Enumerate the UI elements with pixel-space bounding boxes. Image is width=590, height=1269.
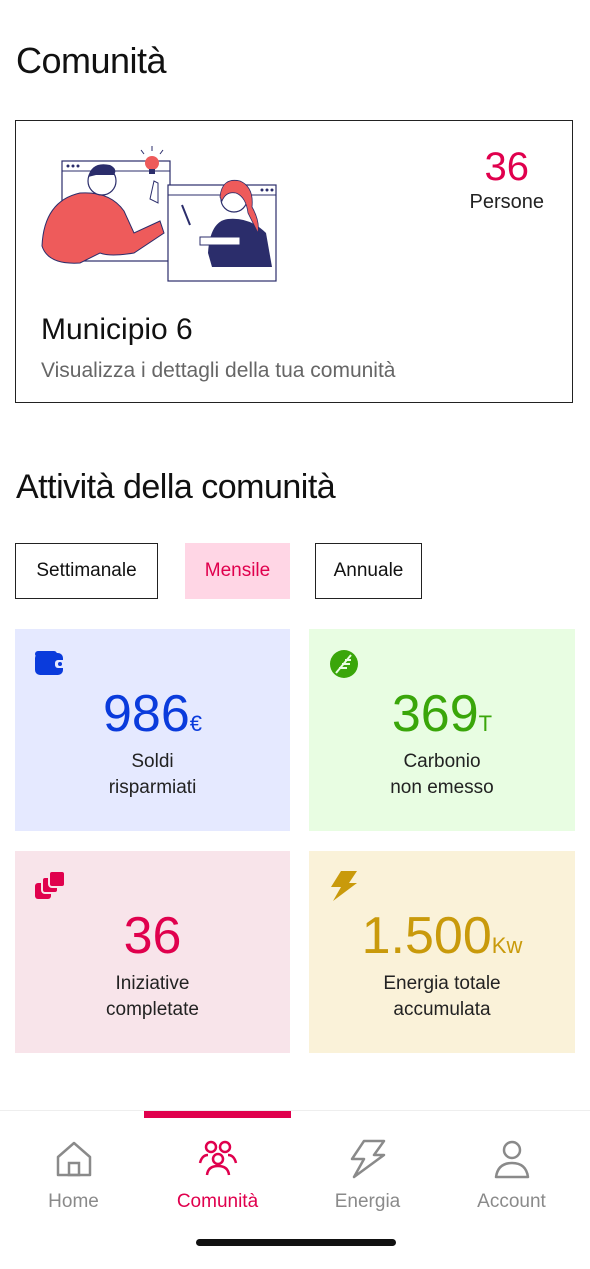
stack-icon xyxy=(35,870,66,899)
page-title: Comunità xyxy=(16,40,167,81)
stat-label-line1: Iniziative xyxy=(115,973,190,994)
stat-label: Energia totale accumulata xyxy=(309,971,575,1022)
stat-label: Iniziative completate xyxy=(15,971,290,1022)
activity-section-title: Attività della comunità xyxy=(16,468,336,506)
people-count-value: 36 xyxy=(484,145,530,189)
bottom-tab-bar: Home Comunità Energia Account xyxy=(0,1110,590,1269)
tab-energy-label: Energia xyxy=(334,1191,401,1212)
filter-monthly-button[interactable]: Mensile xyxy=(185,543,290,599)
stat-number: 1.500 xyxy=(361,907,492,965)
stat-label-line2: accumulata xyxy=(393,998,491,1020)
tab-account[interactable]: Account xyxy=(438,1111,585,1221)
stat-label-line1: Soldi xyxy=(131,751,174,772)
stat-value: 36 xyxy=(15,909,290,964)
stat-label-line2: risparmiati xyxy=(108,776,197,798)
tab-home[interactable]: Home xyxy=(0,1111,147,1221)
filter-weekly-button[interactable]: Settimanale xyxy=(15,543,158,599)
lightning-icon xyxy=(350,1139,385,1179)
community-subtitle: Visualizza i dettagli della tua comunità xyxy=(41,359,396,382)
people-count-label: Persone xyxy=(469,191,545,213)
stat-unit: T xyxy=(478,711,493,736)
stat-card-carbon[interactable]: 369T Carbonio non emesso xyxy=(309,629,575,831)
stat-value: 1.500Kw xyxy=(309,909,575,964)
stat-card-initiatives[interactable]: 36 Iniziative completate xyxy=(15,851,290,1053)
stat-label-line1: Energia totale xyxy=(383,973,501,994)
stat-label: Soldi risparmiati xyxy=(15,749,290,800)
community-card[interactable]: 36 Persone Municipio 6 Visualizza i dett… xyxy=(15,120,573,403)
tab-community[interactable]: Comunità xyxy=(144,1111,291,1221)
tab-energy[interactable]: Energia xyxy=(294,1111,441,1221)
stat-unit: Kw xyxy=(491,933,523,958)
wallet-icon xyxy=(35,651,67,675)
filter-yearly-button[interactable]: Annuale xyxy=(315,543,422,599)
stat-value: 369T xyxy=(309,687,575,742)
stat-number: 369 xyxy=(391,685,479,743)
community-name: Municipio 6 xyxy=(41,313,193,346)
stat-unit: € xyxy=(189,711,202,736)
people-icon xyxy=(198,1140,237,1176)
stat-number: 36 xyxy=(123,907,182,965)
tab-home-label: Home xyxy=(48,1191,99,1212)
stat-value: 986€ xyxy=(15,687,290,742)
stat-label-line1: Carbonio xyxy=(403,751,481,772)
next-section-peek xyxy=(16,1098,186,1110)
user-icon xyxy=(494,1140,529,1179)
home-indicator[interactable] xyxy=(196,1239,396,1246)
stat-label-line2: non emesso xyxy=(390,776,494,798)
stat-number: 986 xyxy=(102,685,190,743)
leaf-icon xyxy=(330,650,358,678)
home-icon xyxy=(56,1141,91,1177)
stat-card-energy[interactable]: 1.500Kw Energia totale accumulata xyxy=(309,851,575,1053)
lightning-icon xyxy=(331,871,357,901)
tab-account-label: Account xyxy=(477,1191,546,1212)
stat-card-money-saved[interactable]: 986€ Soldi risparmiati xyxy=(15,629,290,831)
community-illustration xyxy=(41,146,277,282)
stat-label: Carbonio non emesso xyxy=(309,749,575,800)
stat-label-line2: completate xyxy=(106,998,199,1020)
tab-community-label: Comunità xyxy=(176,1191,259,1212)
people-count: 36 Persone xyxy=(470,147,545,214)
